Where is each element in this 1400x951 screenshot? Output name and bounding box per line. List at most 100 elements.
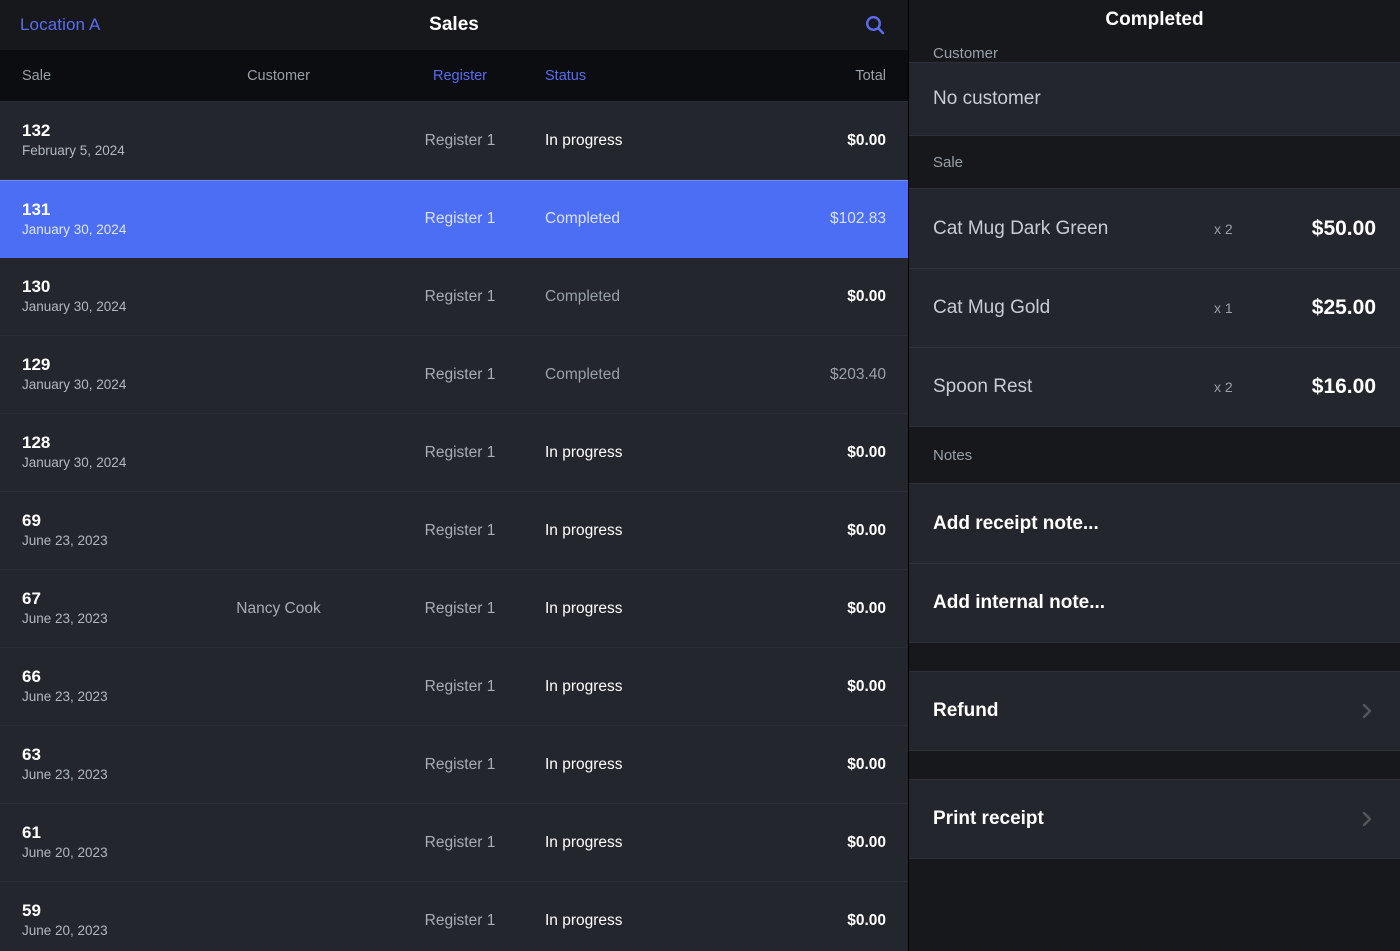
status-cell: In progress [545, 756, 720, 774]
table-row[interactable]: 130January 30, 2024Register 1Completed$0… [0, 258, 908, 336]
sale-date: June 20, 2023 [22, 846, 182, 860]
line-item-price: $25.00 [1280, 296, 1376, 320]
refund-action-row[interactable]: Refund [909, 671, 1400, 751]
status-cell: In progress [545, 522, 720, 540]
table-row[interactable]: 63June 23, 2023Register 1In progress$0.0… [0, 726, 908, 804]
note-row[interactable]: Add internal note... [909, 563, 1400, 642]
line-item-quantity: x 2 [1214, 221, 1280, 237]
register-cell: Register 1 [375, 366, 545, 384]
line-item-name: Spoon Rest [933, 376, 1214, 398]
refund-label: Refund [933, 700, 1358, 722]
sale-number: 67 [22, 590, 182, 608]
customer-row[interactable]: No customer [909, 63, 1400, 135]
print-receipt-label: Print receipt [933, 808, 1358, 830]
line-item-quantity: x 2 [1214, 379, 1280, 395]
sale-date: February 5, 2024 [22, 144, 182, 158]
sale-number: 132 [22, 122, 182, 140]
column-header-register[interactable]: Register [375, 68, 545, 84]
sale-date: June 23, 2023 [22, 534, 182, 548]
search-icon[interactable] [862, 12, 888, 38]
table-row[interactable]: 128January 30, 2024Register 1In progress… [0, 414, 908, 492]
sale-detail-panel: Completed Customer No customer Sale Cat … [908, 0, 1400, 951]
register-cell: Register 1 [375, 210, 545, 228]
chevron-right-icon [1358, 810, 1376, 828]
detail-scroll-area[interactable]: Customer No customer Sale Cat Mug Dark G… [909, 40, 1400, 951]
sale-number: 130 [22, 278, 182, 296]
sale-id-cell: 66 June 23, 2023 [0, 668, 182, 704]
app-root: Location A Sales Sale Customer Register … [0, 0, 1400, 951]
chevron-right-icon [1358, 702, 1376, 720]
register-cell: Register 1 [375, 600, 545, 618]
table-row[interactable]: 61June 20, 2023Register 1In progress$0.0… [0, 804, 908, 882]
table-row[interactable]: 132 February 5, 2024 Register 1In progress… [0, 102, 908, 180]
total-cell: $203.40 [720, 366, 908, 384]
register-cell: Register 1 [375, 912, 545, 930]
status-cell: In progress [545, 600, 720, 618]
sale-id-cell: 128January 30, 2024 [0, 434, 182, 470]
table-row[interactable]: 69 June 23, 2023 Register 1In progress$0.0… [0, 492, 908, 570]
detail-nav-bar: Completed [909, 0, 1400, 40]
page-title: Sales [0, 14, 908, 36]
total-cell: $0.00 [720, 444, 908, 462]
column-header-customer[interactable]: Customer [182, 68, 375, 84]
left-nav-bar: Location A Sales [0, 0, 908, 50]
section-gap-1 [909, 643, 1400, 671]
line-item-row[interactable]: Cat Mug Dark Greenx 2$50.00 [909, 189, 1400, 268]
table-row[interactable]: 129 January 30, 2024 Register 1Completed$2… [0, 336, 908, 414]
sale-id-cell: 129 January 30, 2024 [0, 356, 182, 392]
column-header-total[interactable]: Total [720, 68, 908, 84]
sale-number: 69 [22, 512, 182, 530]
print-receipt-action-row[interactable]: Print receipt [909, 779, 1400, 859]
total-cell: $0.00 [720, 132, 908, 150]
sale-date: June 23, 2023 [22, 612, 182, 626]
note-row[interactable]: Add receipt note... [909, 484, 1400, 563]
sale-id-cell: 132 February 5, 2024 [0, 122, 182, 158]
line-item-price: $16.00 [1280, 375, 1376, 399]
total-cell: $0.00 [720, 912, 908, 930]
sale-date: January 30, 2024 [22, 378, 182, 392]
sale-date: June 23, 2023 [22, 690, 182, 704]
table-row[interactable]: 66June 23, 2023Register 1In progress$0.0… [0, 648, 908, 726]
table-row[interactable]: 59 June 20, 2023 Register 1In progress$0.0… [0, 882, 908, 951]
register-cell: Register 1 [375, 132, 545, 150]
sales-table-body: 132February 5, 2024Register 1In progress… [0, 102, 908, 951]
line-item-quantity: x 1 [1214, 300, 1280, 316]
column-header-status[interactable]: Status [545, 68, 720, 84]
status-cell: In progress [545, 132, 720, 150]
chevron-right-icon-glyph [1358, 702, 1376, 720]
table-row[interactable]: 131January 30, 2024Register 1Completed$1… [0, 180, 908, 258]
register-cell: Register 1 [375, 522, 545, 540]
sale-number: 63 [22, 746, 182, 764]
status-cell: Completed [545, 210, 720, 228]
status-cell: In progress [545, 444, 720, 462]
total-cell: $102.83 [720, 210, 908, 228]
sale-date: June 23, 2023 [22, 768, 182, 782]
line-item-name: Cat Mug Gold [933, 297, 1214, 319]
status-cell: Completed [545, 366, 720, 384]
status-cell: Completed [545, 288, 720, 306]
total-cell: $0.00 [720, 522, 908, 540]
notes-section-header: Notes [909, 427, 1400, 483]
total-cell: $0.00 [720, 678, 908, 696]
line-item-price: $50.00 [1280, 217, 1376, 241]
sale-date: January 30, 2024 [22, 300, 182, 314]
customer-section-header: Customer [909, 40, 1400, 62]
total-cell: $0.00 [720, 288, 908, 306]
sale-id-cell: 69 June 23, 2023 [0, 512, 182, 548]
back-to-location-link[interactable]: Location A [20, 15, 100, 35]
search-icon-glyph [863, 13, 887, 37]
line-items-block: Cat Mug Dark Greenx 2$50.00Cat Mug Goldx… [909, 188, 1400, 427]
column-header-sale[interactable]: Sale [0, 68, 182, 84]
status-cell: In progress [545, 912, 720, 930]
line-item-row[interactable]: Cat Mug Goldx 1$25.00 [909, 268, 1400, 347]
sale-number: 61 [22, 824, 182, 842]
line-item-name: Cat Mug Dark Green [933, 218, 1214, 240]
sale-date: June 20, 2023 [22, 924, 182, 938]
sale-number: 59 [22, 902, 182, 920]
customer-block: No customer [909, 62, 1400, 136]
sale-number: 66 [22, 668, 182, 686]
sale-number: 129 [22, 356, 182, 374]
table-row[interactable]: 67 June 23, 2023Nancy CookRegister 1In pr… [0, 570, 908, 648]
customer-cell: Nancy Cook [182, 600, 375, 618]
line-item-row[interactable]: Spoon Restx 2$16.00 [909, 347, 1400, 426]
